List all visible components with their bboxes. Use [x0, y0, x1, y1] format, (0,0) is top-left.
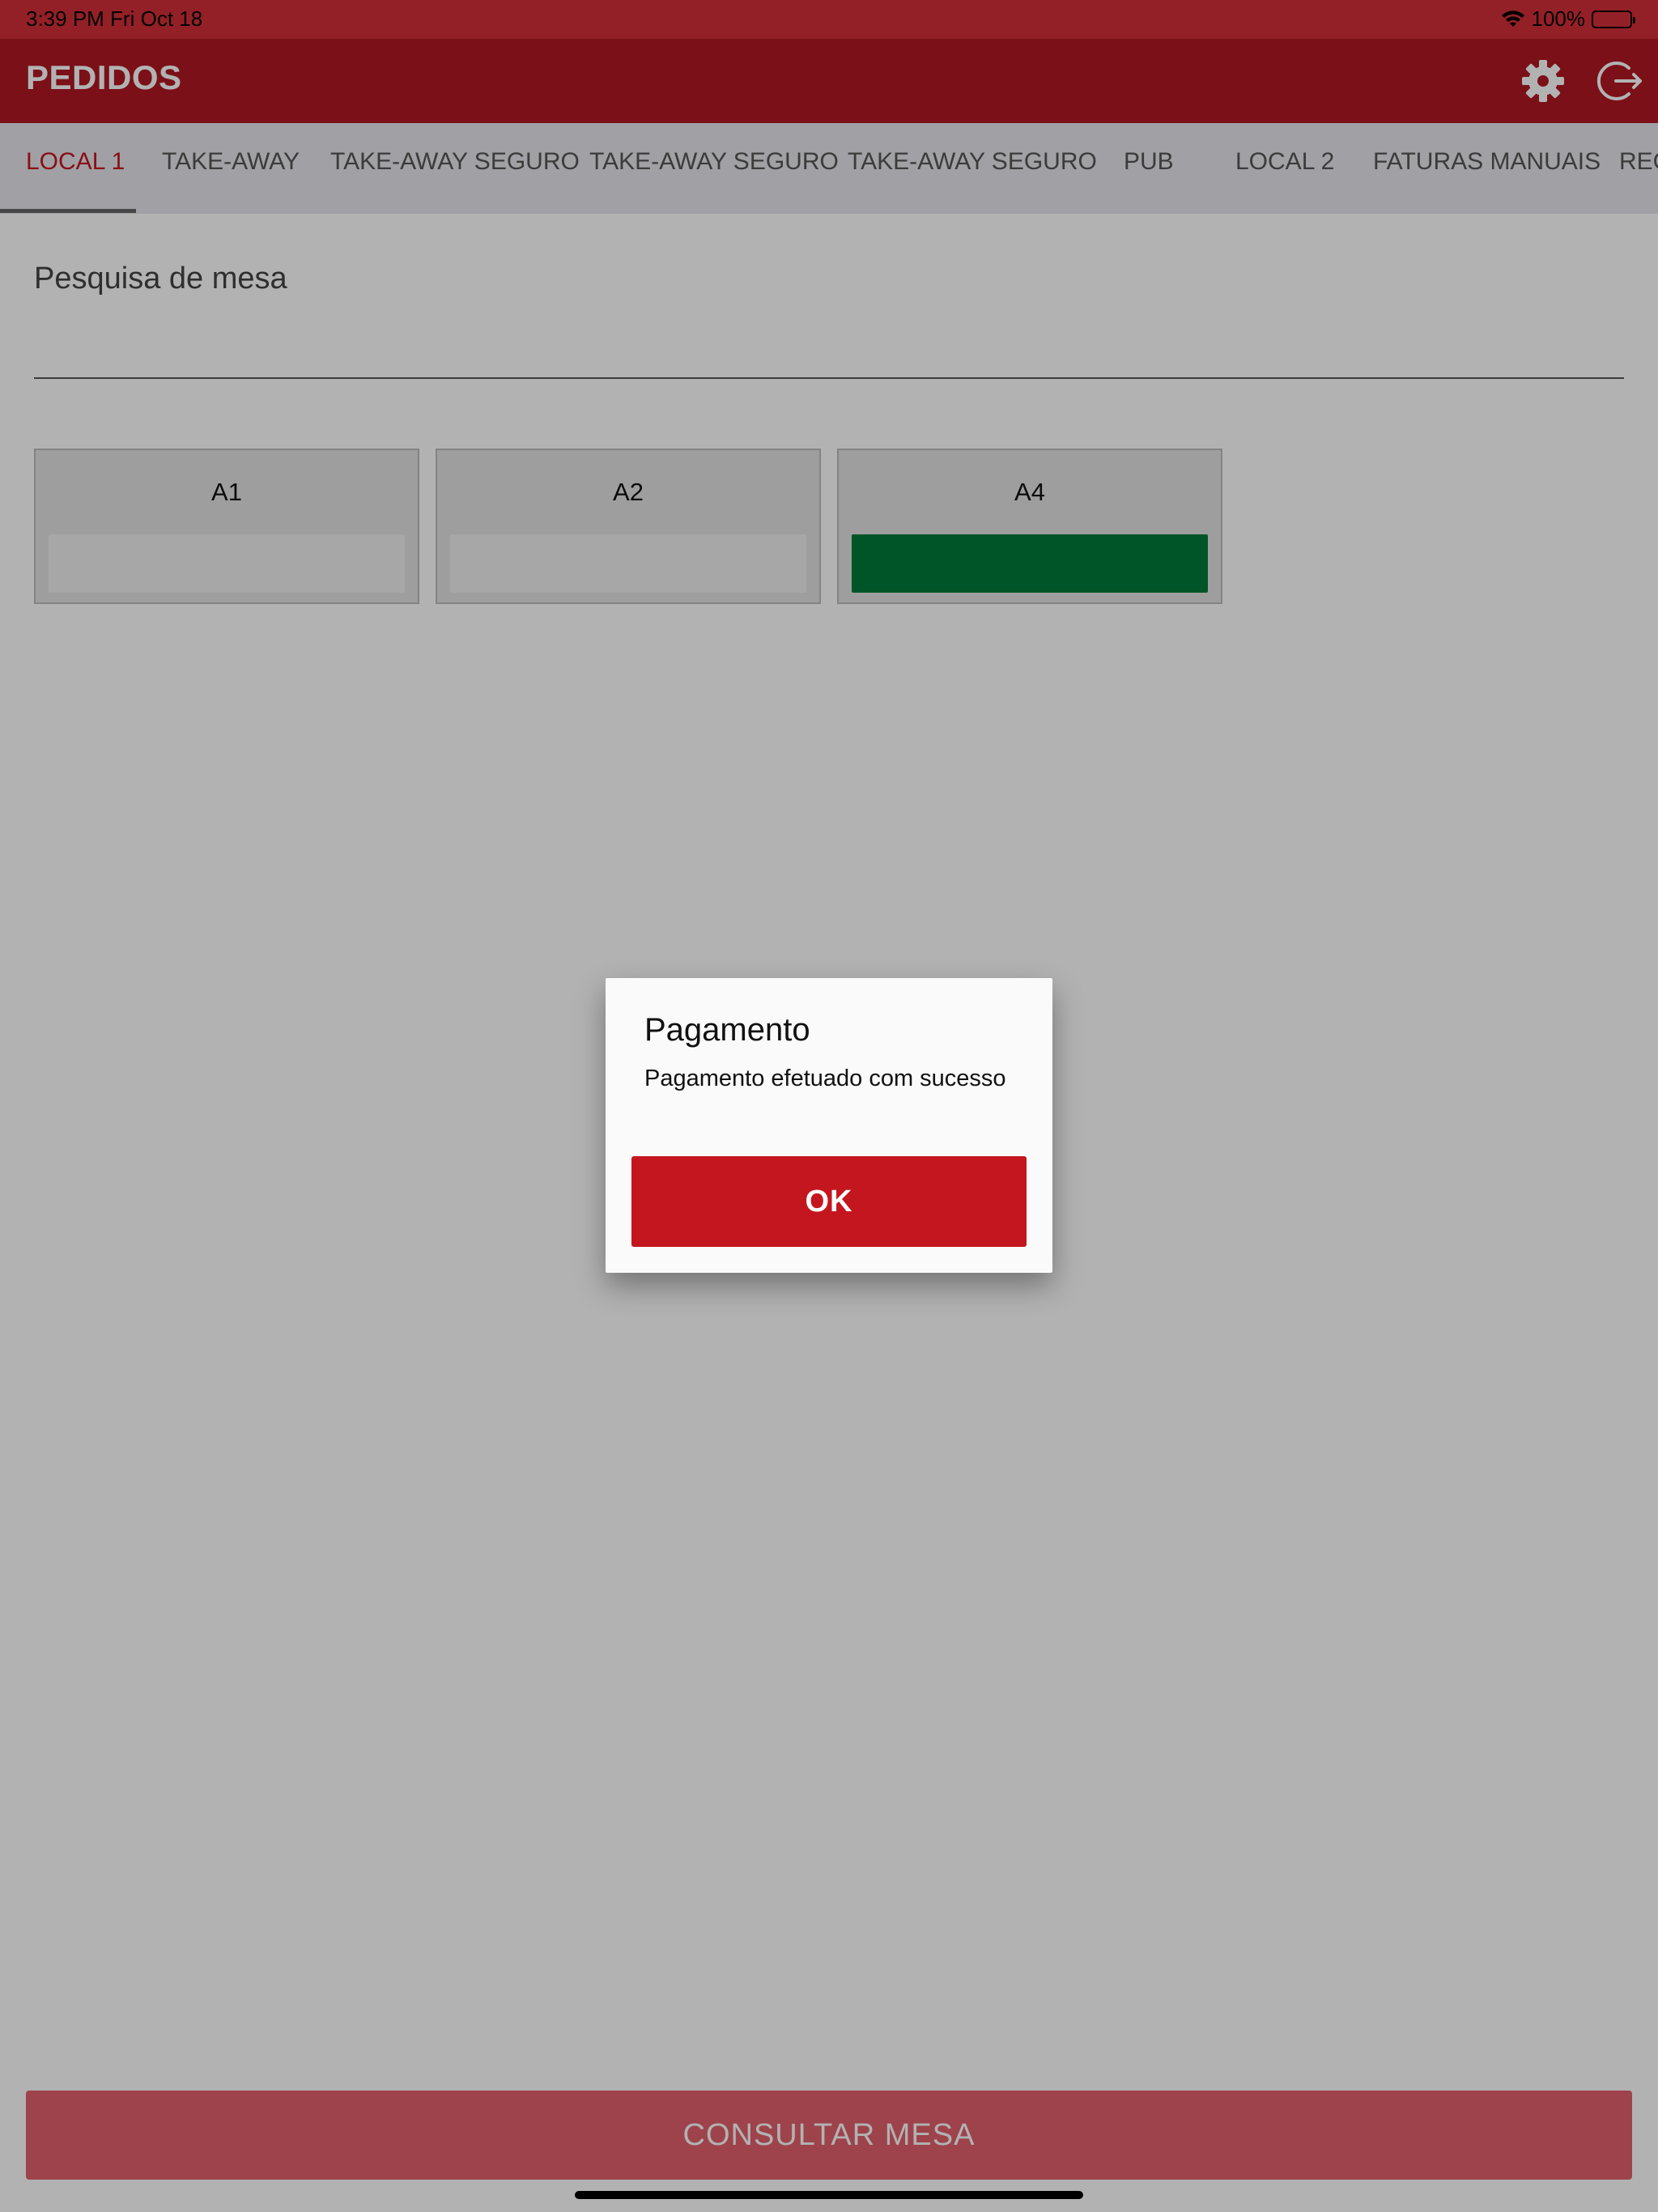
dialog-title: Pagamento — [644, 1012, 810, 1048]
ok-button[interactable]: OK — [631, 1156, 1027, 1247]
dialog-message: Pagamento efetuado com sucesso — [644, 1066, 1006, 1091]
payment-dialog: Pagamento Pagamento efetuado com sucesso… — [606, 978, 1052, 1273]
modal-overlay: Pagamento Pagamento efetuado com sucesso… — [0, 0, 1658, 2212]
home-indicator[interactable] — [575, 2191, 1083, 2199]
